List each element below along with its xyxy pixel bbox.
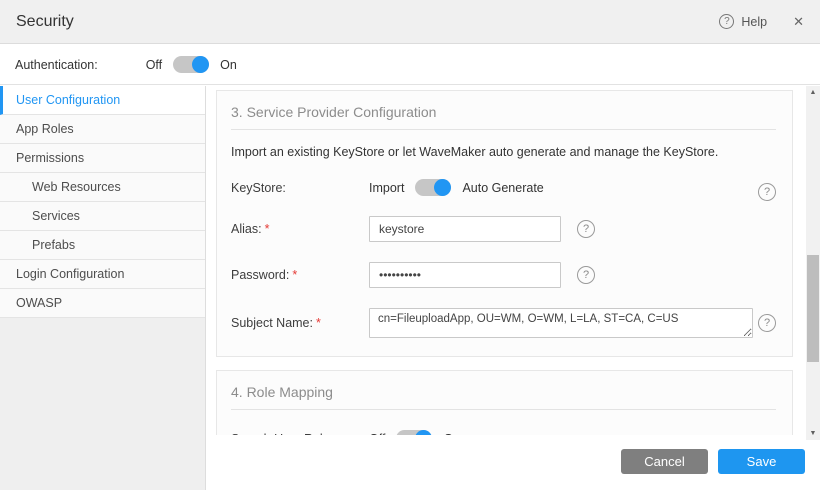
dialog-footer: Cancel Save bbox=[207, 435, 820, 490]
role-mapping-card: 4. Role Mapping Search User Role: Off On bbox=[216, 370, 793, 440]
keystore-description: Import an existing KeyStore or let WaveM… bbox=[231, 145, 776, 159]
authentication-label: Authentication: bbox=[15, 58, 98, 72]
scroll-down-icon[interactable]: ▼ bbox=[806, 427, 820, 440]
sidebar-item-user-configuration[interactable]: User Configuration bbox=[0, 86, 205, 115]
cancel-button[interactable]: Cancel bbox=[621, 449, 708, 474]
security-dialog: Security ? Help ✕ Authentication: Off On… bbox=[0, 0, 820, 490]
service-provider-configuration-card: 3. Service Provider Configuration Import… bbox=[216, 90, 793, 357]
alias-row: Alias:* ? bbox=[231, 216, 776, 242]
alias-label: Alias:* bbox=[231, 222, 369, 236]
sidebar-item-web-resources[interactable]: Web Resources bbox=[0, 173, 205, 202]
authentication-off-label: Off bbox=[146, 58, 162, 72]
page-title: Security bbox=[16, 13, 74, 31]
subject-name-row: Subject Name:* cn=FileuploadApp, OU=WM, … bbox=[231, 308, 776, 338]
section-title-service-provider: 3. Service Provider Configuration bbox=[231, 104, 776, 130]
header-actions: ? Help ✕ bbox=[719, 14, 804, 30]
sidebar-item-owasp[interactable]: OWASP bbox=[0, 289, 205, 318]
authentication-bar: Authentication: Off On bbox=[0, 45, 820, 85]
keystore-toggle-group: Import Auto Generate bbox=[369, 179, 544, 196]
authentication-on-label: On bbox=[220, 58, 237, 72]
section-title-role-mapping: 4. Role Mapping bbox=[231, 384, 776, 410]
scroll-up-icon[interactable]: ▲ bbox=[806, 86, 820, 99]
keystore-toggle[interactable] bbox=[415, 179, 451, 196]
sidebar-item-prefabs[interactable]: Prefabs bbox=[0, 231, 205, 260]
keystore-help-icon[interactable]: ? bbox=[758, 183, 776, 201]
sidebar-item-label: Prefabs bbox=[32, 238, 75, 252]
settings-scroll-area: 3. Service Provider Configuration Import… bbox=[207, 86, 806, 440]
required-asterisk: * bbox=[292, 268, 297, 282]
authentication-toggle[interactable] bbox=[173, 56, 209, 73]
password-label: Password:* bbox=[231, 268, 369, 282]
sidebar-item-label: Permissions bbox=[16, 151, 84, 165]
password-row: Password:* ? bbox=[231, 262, 776, 288]
toggle-knob bbox=[192, 56, 209, 73]
subject-name-label: Subject Name:* bbox=[231, 316, 369, 330]
sidebar-item-login-configuration[interactable]: Login Configuration bbox=[0, 260, 205, 289]
alias-help-icon[interactable]: ? bbox=[577, 220, 595, 238]
subject-name-help-icon[interactable]: ? bbox=[758, 314, 776, 332]
sidebar-item-services[interactable]: Services bbox=[0, 202, 205, 231]
keystore-import-label: Import bbox=[369, 181, 404, 195]
sidebar: User Configuration App Roles Permissions… bbox=[0, 86, 206, 490]
required-asterisk: * bbox=[265, 222, 270, 236]
sidebar-item-app-roles[interactable]: App Roles bbox=[0, 115, 205, 144]
sidebar-item-permissions[interactable]: Permissions bbox=[0, 144, 205, 173]
main-panel: 3. Service Provider Configuration Import… bbox=[207, 86, 820, 490]
scrollbar-thumb[interactable] bbox=[807, 255, 819, 362]
password-input[interactable] bbox=[369, 262, 561, 288]
sidebar-item-label: User Configuration bbox=[16, 93, 120, 107]
password-label-text: Password: bbox=[231, 268, 289, 282]
close-icon[interactable]: ✕ bbox=[793, 14, 804, 30]
alias-label-text: Alias: bbox=[231, 222, 262, 236]
subject-name-textarea[interactable]: cn=FileuploadApp, OU=WM, O=WM, L=LA, ST=… bbox=[369, 308, 753, 338]
vertical-scrollbar[interactable]: ▲ ▼ bbox=[806, 86, 820, 440]
password-help-icon[interactable]: ? bbox=[577, 266, 595, 284]
subject-name-label-text: Subject Name: bbox=[231, 316, 313, 330]
keystore-auto-generate-label: Auto Generate bbox=[462, 181, 543, 195]
sidebar-item-label: OWASP bbox=[16, 296, 62, 310]
required-asterisk: * bbox=[316, 316, 321, 330]
help-link[interactable]: Help bbox=[741, 15, 767, 29]
sidebar-item-label: App Roles bbox=[16, 122, 74, 136]
toggle-knob bbox=[434, 179, 451, 196]
sidebar-item-label: Login Configuration bbox=[16, 267, 124, 281]
keystore-row: KeyStore: Import Auto Generate ? bbox=[231, 179, 776, 196]
alias-input[interactable] bbox=[369, 216, 561, 242]
sidebar-item-label: Web Resources bbox=[32, 180, 121, 194]
dialog-header: Security ? Help ✕ bbox=[0, 0, 820, 44]
keystore-label: KeyStore: bbox=[231, 181, 369, 195]
sidebar-item-label: Services bbox=[32, 209, 80, 223]
save-button[interactable]: Save bbox=[718, 449, 805, 474]
help-icon[interactable]: ? bbox=[719, 14, 734, 29]
